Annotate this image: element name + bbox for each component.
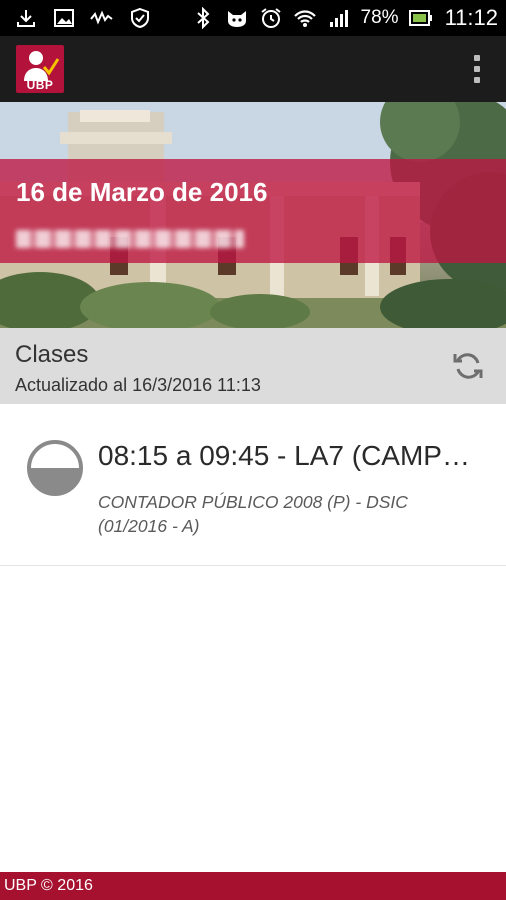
signal-icon bbox=[327, 6, 351, 30]
class-subtitle-line1: CONTADOR PÚBLICO 2008 (P) - DSIC bbox=[98, 492, 408, 512]
class-title: 08:15 a 09:45 - LA7 (CAMPUS) bbox=[98, 440, 490, 471]
footer: UBP © 2016 bbox=[0, 872, 506, 900]
voicemail-icon bbox=[90, 6, 114, 30]
app-bar: UBP bbox=[0, 36, 506, 102]
header-date: 16 de Marzo de 2016 bbox=[16, 177, 268, 207]
battery-icon bbox=[408, 6, 433, 30]
wifi-icon bbox=[293, 6, 317, 30]
refresh-button[interactable] bbox=[450, 348, 486, 384]
refresh-icon bbox=[453, 353, 483, 379]
logo-text: UBP bbox=[26, 78, 54, 92]
download-icon bbox=[14, 6, 38, 30]
class-list-item[interactable]: 08:15 a 09:45 - LA7 (CAMPUS) CONTADOR PÚ… bbox=[0, 404, 506, 566]
cat-icon bbox=[225, 6, 249, 30]
last-updated-text: Actualizado al 16/3/2016 11:13 bbox=[15, 375, 261, 395]
status-left bbox=[14, 6, 152, 30]
header-image: 16 de Marzo de 2016 bbox=[0, 102, 506, 328]
half-circle-status-icon bbox=[27, 440, 83, 496]
blurred-user-name bbox=[16, 230, 244, 248]
shield-check-icon bbox=[128, 6, 152, 30]
status-bar: 78% 11:12 bbox=[0, 0, 506, 36]
overflow-menu-icon[interactable] bbox=[462, 49, 492, 89]
alarm-icon bbox=[259, 6, 283, 30]
class-subtitle: CONTADOR PÚBLICO 2008 (P) - DSIC (01/201… bbox=[98, 490, 478, 538]
class-subtitle-line2: (01/2016 - A) bbox=[98, 516, 200, 536]
app-logo[interactable]: UBP bbox=[16, 45, 64, 93]
clock: 11:12 bbox=[444, 5, 498, 30]
section-title: Clases bbox=[15, 341, 89, 368]
footer-text: UBP © 2016 bbox=[4, 877, 93, 894]
section-header: Clases Actualizado al 16/3/2016 11:13 bbox=[0, 328, 506, 404]
battery-percent: 78% bbox=[360, 7, 399, 28]
status-right: 78% 11:12 bbox=[191, 5, 498, 31]
bluetooth-icon bbox=[191, 6, 215, 30]
image-icon bbox=[52, 6, 76, 30]
